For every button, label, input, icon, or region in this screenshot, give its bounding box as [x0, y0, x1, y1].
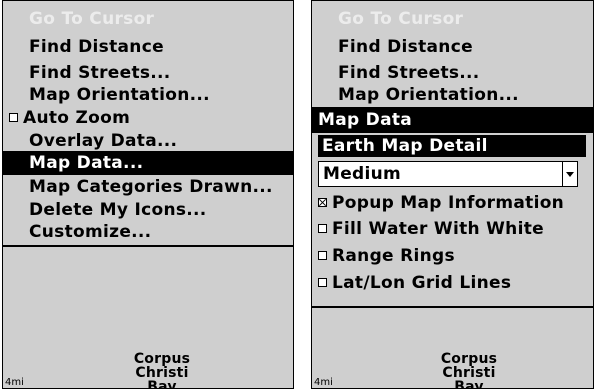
menu-item-map-orientation[interactable]: Map Orientation...: [312, 83, 593, 107]
range-rings-label: Range Rings: [332, 246, 455, 266]
earth-map-detail-select[interactable]: Medium: [318, 161, 578, 187]
popup-map-information-checkbox[interactable]: [318, 198, 327, 207]
menu-item-map-orientation[interactable]: Map Orientation...: [3, 83, 293, 107]
menu-item-find-distance[interactable]: Find Distance: [312, 35, 593, 59]
menu-item-find-distance[interactable]: Find Distance: [3, 35, 293, 59]
earth-map-detail-label: Earth Map Detail: [318, 135, 586, 157]
auto-zoom-label: Auto Zoom: [23, 108, 131, 128]
lat-lon-grid-lines-checkbox[interactable]: [318, 278, 327, 287]
submenu-title-map-data: Map Data: [312, 107, 593, 133]
fill-water-with-white-checkbox[interactable]: [318, 224, 327, 233]
map-place-label: Corpus Christi Bay: [127, 351, 197, 389]
main-menu: Go To Cursor Find Distance Find Streets.…: [3, 1, 293, 247]
left-screen: Go To Cursor Find Distance Find Streets.…: [2, 0, 294, 389]
option-popup-map-information[interactable]: Popup Map Information: [312, 191, 593, 215]
menu-item-customize[interactable]: Customize...: [3, 220, 293, 244]
menu-item-map-categories-drawn[interactable]: Map Categories Drawn...: [3, 175, 293, 199]
fill-water-with-white-label: Fill Water With White: [332, 219, 544, 239]
place-label-line1: Corpus: [440, 351, 498, 367]
lat-lon-grid-lines-label: Lat/Lon Grid Lines: [332, 273, 512, 293]
chevron-down-icon[interactable]: [562, 162, 577, 186]
menu-item-go-to-cursor[interactable]: Go To Cursor: [3, 7, 293, 31]
map-scale: 4mi: [314, 377, 333, 388]
range-rings-checkbox[interactable]: [318, 251, 327, 260]
option-lat-lon-grid-lines[interactable]: Lat/Lon Grid Lines: [312, 271, 593, 295]
place-label-line2: Christi Bay: [442, 365, 496, 389]
menu-item-auto-zoom[interactable]: Auto Zoom: [3, 106, 293, 130]
earth-map-detail-value: Medium: [323, 164, 402, 184]
menu-item-delete-my-icons[interactable]: Delete My Icons...: [3, 198, 293, 222]
menu-item-find-streets[interactable]: Find Streets...: [3, 61, 293, 85]
menu-item-go-to-cursor[interactable]: Go To Cursor: [312, 7, 593, 31]
auto-zoom-checkbox[interactable]: [9, 113, 18, 122]
main-menu-with-submenu: Go To Cursor Find Distance Find Streets.…: [312, 1, 593, 308]
popup-map-information-label: Popup Map Information: [332, 193, 565, 213]
menu-item-find-streets[interactable]: Find Streets...: [312, 61, 593, 85]
menu-item-overlay-data[interactable]: Overlay Data...: [3, 129, 293, 153]
place-label-line2: Christi Bay: [135, 365, 189, 389]
option-fill-water-with-white[interactable]: Fill Water With White: [312, 217, 593, 241]
option-range-rings[interactable]: Range Rings: [312, 244, 593, 268]
menu-item-map-data[interactable]: Map Data...: [3, 151, 293, 175]
right-screen: Go To Cursor Find Distance Find Streets.…: [311, 0, 594, 389]
map-place-label: Corpus Christi Bay: [434, 351, 504, 389]
place-label-line1: Corpus: [133, 351, 191, 367]
map-scale: 4mi: [5, 377, 24, 388]
